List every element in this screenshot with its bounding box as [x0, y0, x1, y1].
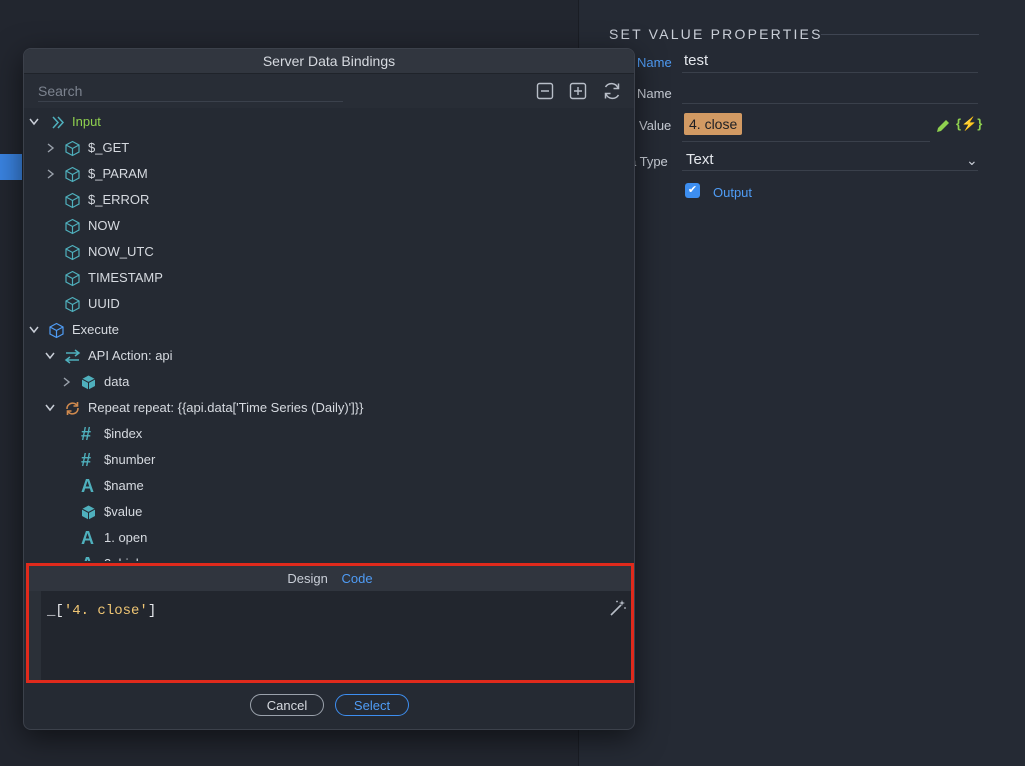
text-type-icon: A	[81, 551, 94, 561]
output-label[interactable]: Output	[713, 185, 752, 200]
tree-item-label: $name	[104, 478, 144, 493]
tree-item-repeat[interactable]: Repeat repeat: {{api.data['Time Series (…	[24, 395, 634, 421]
output-checkbox[interactable]: ✔	[685, 183, 700, 198]
dynamic-data-icon[interactable]: {⚡}	[956, 116, 982, 132]
tree-item-open[interactable]: A 1. open	[24, 525, 634, 551]
dialog-footer: Cancel Select	[24, 683, 634, 729]
tree-item-label: 2. high	[104, 551, 143, 561]
tree-item-label: NOW	[88, 218, 120, 233]
background-selection-indicator	[0, 154, 22, 180]
cube-outline-icon	[49, 322, 64, 339]
data-type-value: Text	[686, 151, 714, 168]
tree-item-label: Repeat repeat: {{api.data['Time Series (…	[88, 400, 364, 415]
dialog-title: Server Data Bindings	[24, 49, 634, 74]
cube-outline-icon	[65, 140, 80, 157]
caret-right-icon[interactable]	[44, 135, 56, 161]
arrows-exchange-icon	[64, 349, 81, 364]
tree-item-label: Input	[72, 114, 101, 129]
tree-item-input[interactable]: Input	[24, 109, 634, 135]
tree-item-label: UUID	[88, 296, 120, 311]
chevrons-right-icon	[52, 116, 65, 129]
repeat-icon	[66, 402, 79, 415]
tree-item-label: 1. open	[104, 530, 148, 545]
tree-item-uuid[interactable]: UUID	[24, 291, 634, 317]
tree-item-label: $value	[104, 504, 143, 519]
tree-item-label: API Action: api	[88, 348, 173, 363]
tree-item-label: TIMESTAMP	[88, 270, 163, 285]
tree-item-index[interactable]: # $index	[24, 421, 634, 447]
tree-item-execute[interactable]: Execute	[24, 317, 634, 343]
hash-icon: #	[81, 450, 92, 470]
pencil-icon[interactable]	[935, 118, 951, 134]
caret-right-icon[interactable]	[60, 369, 72, 395]
refresh-icon[interactable]	[602, 81, 622, 101]
tree-item-error[interactable]: $_ERROR	[24, 187, 634, 213]
cancel-button[interactable]: Cancel	[250, 694, 324, 716]
tree-item-timestamp[interactable]: TIMESTAMP	[24, 265, 634, 291]
collapse-all-icon[interactable]	[536, 82, 554, 100]
select-button[interactable]: Select	[335, 694, 409, 716]
data-type-select[interactable]: Text ⌄	[682, 148, 978, 171]
tab-code[interactable]: Code	[342, 571, 373, 586]
expand-all-icon[interactable]	[569, 82, 587, 100]
title-divider	[821, 34, 979, 35]
search-toolbar	[24, 74, 634, 108]
text-type-icon: A	[81, 528, 94, 548]
tree-item-api-action[interactable]: API Action: api	[24, 343, 634, 369]
tree-item-label: $_GET	[88, 140, 130, 155]
tree-item-label: Execute	[72, 322, 119, 337]
value-chip[interactable]: 4. close	[684, 113, 743, 135]
name-label: Name	[637, 55, 672, 70]
cube-outline-icon	[65, 192, 80, 209]
tree-item-number[interactable]: # $number	[24, 447, 634, 473]
tree-item-param[interactable]: $_PARAM	[24, 161, 634, 187]
search-input[interactable]	[38, 81, 343, 102]
tree-item-label: $_ERROR	[88, 192, 150, 207]
tab-design[interactable]: Design	[287, 571, 327, 586]
magic-wand-icon[interactable]	[609, 599, 627, 617]
caret-down-icon[interactable]	[28, 317, 40, 343]
tree-item-now[interactable]: NOW	[24, 213, 634, 239]
code-editor[interactable]: _['4. close']	[29, 591, 631, 680]
tree-item-label: data	[104, 374, 130, 389]
tree-item-label: $_PARAM	[88, 166, 148, 181]
caret-down-icon[interactable]	[44, 395, 56, 421]
tree-item-high[interactable]: A 2. high	[24, 551, 634, 561]
properties-panel: SET VALUE PROPERTIES Name test Name Valu…	[578, 0, 1025, 766]
tree-item-name[interactable]: A $name	[24, 473, 634, 499]
tree-item-now-utc[interactable]: NOW_UTC	[24, 239, 634, 265]
code-line: _['4. close']	[47, 603, 157, 619]
server-data-bindings-dialog: Server Data Bindings Input	[23, 48, 635, 730]
tree-item-value[interactable]: $value	[24, 499, 634, 525]
chevron-down-icon: ⌄	[966, 152, 978, 168]
properties-title: SET VALUE PROPERTIES	[609, 26, 823, 42]
global-name-field[interactable]	[682, 80, 978, 104]
cube-outline-icon	[65, 166, 80, 183]
caret-down-icon[interactable]	[28, 109, 40, 135]
name-field[interactable]: test	[682, 48, 978, 73]
tree-item-label: $index	[104, 426, 143, 441]
expression-editor: Design Code _['4. close']	[26, 563, 634, 683]
cube-solid-icon	[81, 375, 96, 390]
tree-item-get[interactable]: $_GET	[24, 135, 634, 161]
cube-outline-icon	[65, 270, 80, 287]
bindings-tree: Input $_GET $_PARAM $_ERROR NOW NOW_UTC	[24, 109, 634, 561]
cube-outline-icon	[65, 296, 80, 313]
value-label: Value	[639, 118, 672, 133]
value-field[interactable]: 4. close	[682, 110, 930, 142]
hash-icon: #	[81, 424, 92, 444]
cube-solid-icon	[81, 505, 96, 520]
caret-right-icon[interactable]	[44, 161, 56, 187]
caret-down-icon[interactable]	[44, 343, 56, 369]
cube-outline-icon	[65, 218, 80, 235]
tree-item-data[interactable]: data	[24, 369, 634, 395]
text-type-icon: A	[81, 476, 94, 496]
cube-outline-icon	[65, 244, 80, 261]
global-name-label: Name	[637, 86, 672, 101]
tree-item-label: NOW_UTC	[88, 244, 154, 259]
code-gutter	[29, 591, 41, 680]
editor-tabs: Design Code	[29, 566, 631, 591]
tree-item-label: $number	[104, 452, 156, 467]
name-value: test	[684, 52, 709, 69]
